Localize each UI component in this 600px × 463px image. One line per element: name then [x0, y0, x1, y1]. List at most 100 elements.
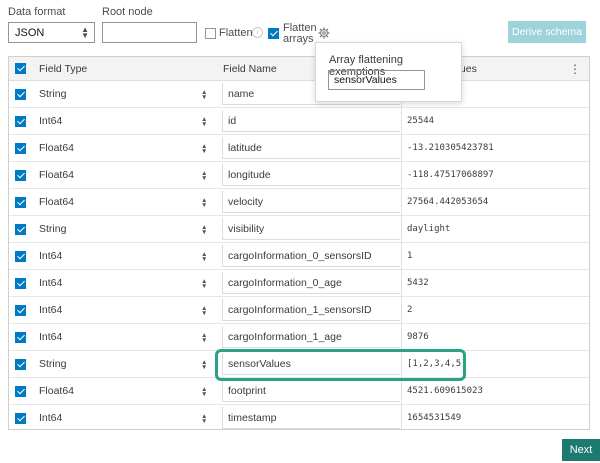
field-name-value: visibility [228, 222, 265, 235]
sample-value: 4521.609615023 [407, 386, 483, 396]
row-checkbox[interactable] [15, 332, 26, 343]
sample-value: 5432 [407, 278, 429, 288]
row-checkbox[interactable] [15, 305, 26, 316]
field-type-value: String [39, 358, 67, 370]
field-type-select[interactable]: Int64 [39, 405, 209, 429]
field-name-input[interactable]: id [222, 110, 400, 132]
field-type-select[interactable]: Int64 [39, 270, 209, 296]
field-type-value: Int64 [39, 331, 63, 343]
type-sort-icon: ▲ ▼ [201, 224, 208, 236]
exemptions-value: sensorValues [334, 74, 397, 86]
table-row: Float64 ▲ ▼ footprint 4521.609615023 [9, 378, 589, 405]
field-name-input[interactable]: visibility [222, 218, 400, 240]
field-type-select[interactable]: Int64 [39, 297, 209, 323]
type-sort-icon: ▲ ▼ [201, 278, 208, 290]
sample-value: 1 [407, 251, 413, 261]
table-row: Float64 ▲ ▼ longitude -118.47517068897 [9, 162, 589, 189]
field-name-value: latitude [228, 141, 262, 154]
field-name-value: longitude [228, 168, 271, 181]
field-name-input[interactable]: timestamp [222, 407, 400, 429]
row-checkbox[interactable] [15, 224, 26, 235]
type-sort-icon: ▲ ▼ [201, 89, 208, 101]
row-checkbox[interactable] [15, 116, 26, 127]
data-format-label: Data format [8, 6, 66, 18]
more-options-icon[interactable]: ⋮ [569, 57, 581, 80]
type-sort-icon: ▲ ▼ [201, 170, 208, 182]
row-checkbox[interactable] [15, 413, 26, 424]
sample-value: 25544 [407, 116, 435, 126]
field-type-value: Float64 [39, 196, 75, 208]
row-checkbox[interactable] [15, 197, 26, 208]
field-type-select[interactable]: Int64 [39, 324, 209, 350]
field-type-select[interactable]: Float64 [39, 378, 209, 404]
table-row: Int64 ▲ ▼ cargoInformation_1_sensorsID 2 [9, 297, 589, 324]
sample-value: 9876 [407, 332, 429, 342]
table-row: Int64 ▲ ▼ cargoInformation_0_sensorsID 1 [9, 243, 589, 270]
type-sort-icon: ▲ ▼ [201, 143, 208, 155]
type-sort-icon: ▲ ▼ [201, 332, 208, 344]
row-checkbox[interactable] [15, 143, 26, 154]
sample-value: -13.210305423781 [407, 143, 494, 153]
flatten-arrays-label-line2: arrays [283, 33, 314, 45]
field-name-input[interactable]: cargoInformation_1_age [222, 326, 400, 348]
field-type-value: String [39, 88, 67, 100]
field-name-input[interactable]: velocity [222, 191, 400, 213]
row-checkbox[interactable] [15, 89, 26, 100]
field-type-select[interactable]: Float64 [39, 189, 209, 215]
field-type-select[interactable]: Float64 [39, 135, 209, 161]
type-sort-icon: ▲ ▼ [201, 197, 208, 209]
highlight-annotation [215, 349, 466, 381]
field-type-value: Int64 [39, 250, 63, 262]
field-name-input[interactable]: cargoInformation_0_age [222, 272, 400, 294]
gear-icon[interactable] [318, 27, 330, 39]
next-button[interactable]: Next [562, 439, 600, 461]
field-type-value: Int64 [39, 115, 63, 127]
field-name-value: cargoInformation_0_sensorsID [228, 249, 372, 262]
flatten-checkbox[interactable] [205, 28, 216, 39]
field-type-value: Int64 [39, 412, 63, 424]
field-type-value: Float64 [39, 169, 75, 181]
header-field-name: Field Name [223, 62, 277, 75]
row-checkbox[interactable] [15, 251, 26, 262]
derive-schema-button[interactable]: Derive schema [508, 21, 586, 43]
type-sort-icon: ▲ ▼ [201, 116, 208, 128]
field-type-select[interactable]: Int64 [39, 108, 209, 134]
row-checkbox[interactable] [15, 386, 26, 397]
field-type-value: Int64 [39, 304, 63, 316]
table-row: String ▲ ▼ name [9, 81, 589, 108]
field-name-value: velocity [228, 195, 264, 208]
table-header: Field Type Field Name Sample Values ⋮ [9, 57, 589, 81]
field-name-input[interactable]: cargoInformation_0_sensorsID [222, 245, 400, 267]
row-checkbox[interactable] [15, 278, 26, 289]
table-row: String ▲ ▼ visibility daylight [9, 216, 589, 243]
root-node-input[interactable] [102, 22, 197, 43]
field-type-value: Float64 [39, 142, 75, 154]
field-type-value: String [39, 223, 67, 235]
row-checkbox[interactable] [15, 359, 26, 370]
select-all-checkbox[interactable] [15, 63, 26, 74]
row-checkbox[interactable] [15, 170, 26, 181]
field-name-input[interactable]: latitude [222, 137, 400, 159]
field-type-select[interactable]: String [39, 216, 209, 242]
field-name-value: name [228, 87, 255, 100]
field-name-input[interactable]: footprint [222, 380, 400, 402]
field-type-select[interactable]: String [39, 351, 209, 377]
field-name-value: footprint [228, 384, 266, 397]
array-exemptions-popover: Array flattening exemptions sensorValues [315, 42, 462, 102]
sample-value: 2 [407, 305, 413, 315]
field-type-select[interactable]: String [39, 81, 209, 107]
data-format-select[interactable]: JSON ▲ ▼ [8, 22, 95, 43]
select-chevron-icon: ▲ ▼ [81, 25, 89, 40]
exemptions-input[interactable]: sensorValues [328, 70, 425, 90]
field-type-select[interactable]: Int64 [39, 243, 209, 269]
flatten-arrays-checkbox[interactable] [268, 28, 279, 39]
field-type-select[interactable]: Float64 [39, 162, 209, 188]
table-row: Int64 ▲ ▼ cargoInformation_1_age 9876 [9, 324, 589, 351]
field-name-value: cargoInformation_1_sensorsID [228, 303, 372, 316]
table-row: Int64 ▲ ▼ timestamp 1654531549 [9, 405, 589, 429]
type-sort-icon: ▲ ▼ [201, 386, 208, 398]
field-name-input[interactable]: longitude [222, 164, 400, 186]
header-field-type: Field Type [39, 62, 88, 75]
field-name-input[interactable]: cargoInformation_1_sensorsID [222, 299, 400, 321]
type-sort-icon: ▲ ▼ [201, 305, 208, 317]
